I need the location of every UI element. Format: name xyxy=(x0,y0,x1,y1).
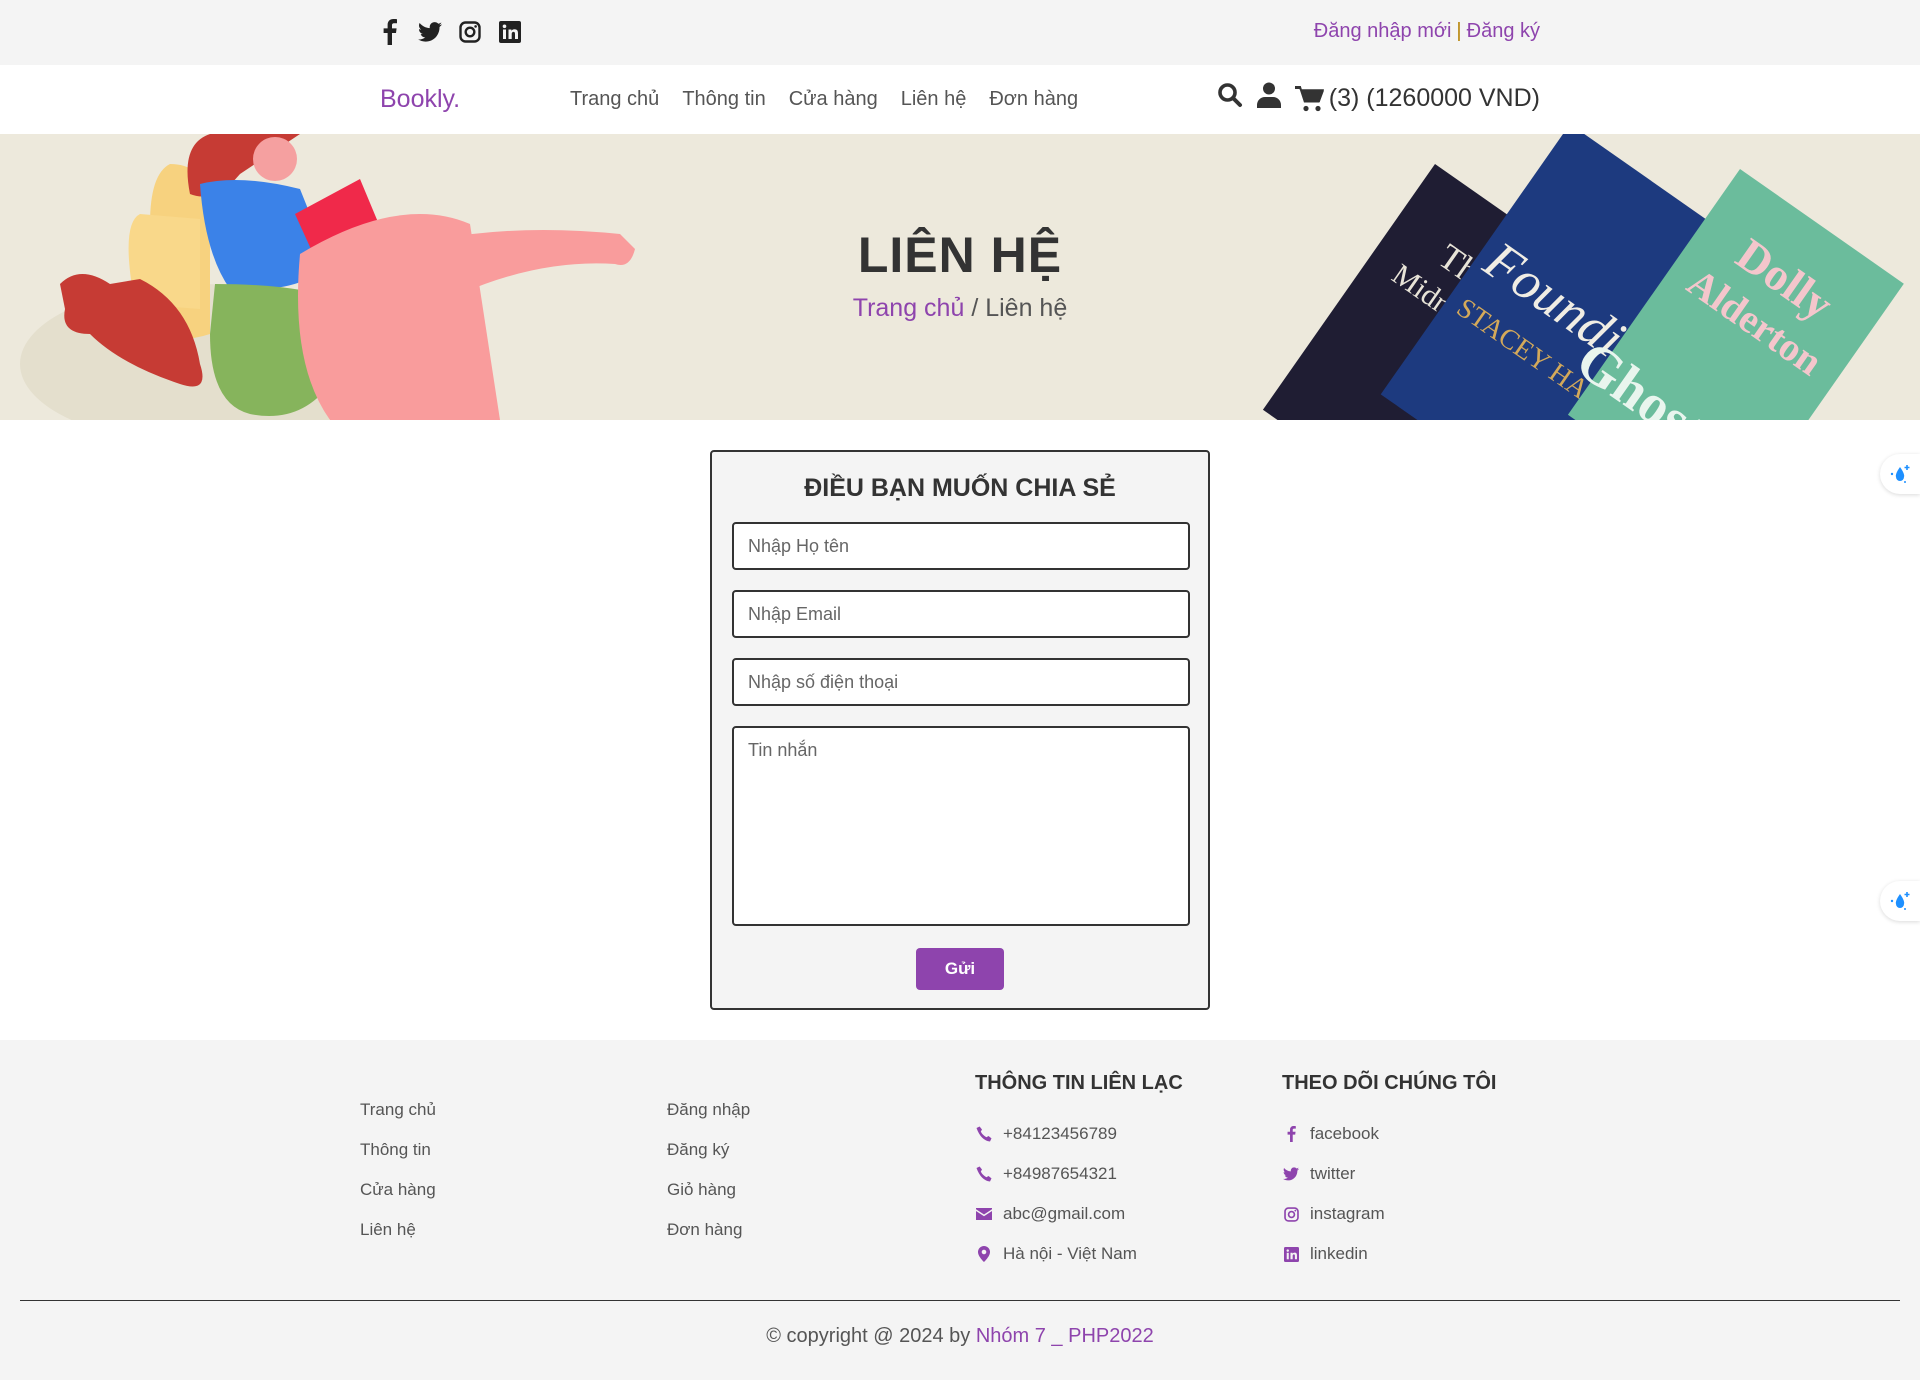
site-logo[interactable]: Bookly. xyxy=(380,85,460,114)
account-button[interactable] xyxy=(1256,82,1281,115)
main-navbar: Bookly. Trang chủ Thông tin Cửa hàng Liê… xyxy=(0,65,1920,134)
twitter-icon xyxy=(1283,1167,1299,1181)
site-footer: Trang chủ Thông tin Cửa hàng Liên hệ Đăn… xyxy=(0,1040,1920,1380)
footer-nav-links: Trang chủ Thông tin Cửa hàng Liên hệ xyxy=(360,1090,436,1250)
floating-helper-button[interactable] xyxy=(1880,454,1920,494)
copyright: © copyright @ 2024 by Nhóm 7 _ PHP2022 xyxy=(0,1325,1920,1348)
footer-follow-us: THEO DÕI CHÚNG TÔI facebook twitter inst… xyxy=(1282,1062,1496,1274)
cart-button[interactable]: (3) (1260000 VND) xyxy=(1294,84,1540,113)
follow-link-twitter[interactable]: twitter xyxy=(1310,1164,1355,1184)
instagram-link[interactable] xyxy=(458,18,482,46)
name-input[interactable] xyxy=(732,522,1190,570)
contact-text: abc@gmail.com xyxy=(1003,1204,1126,1223)
nav-orders[interactable]: Đơn hàng xyxy=(989,88,1078,111)
facebook-icon xyxy=(1287,1126,1296,1142)
breadcrumb-separator: / xyxy=(964,294,986,322)
register-link[interactable]: Đăng ký xyxy=(1467,20,1540,43)
follow-item[interactable]: facebook xyxy=(1282,1114,1496,1154)
breadcrumb-current: Liên hệ xyxy=(985,294,1068,322)
follow-heading: THEO DÕI CHÚNG TÔI xyxy=(1282,1071,1497,1094)
cart-summary: (3) (1260000 VND) xyxy=(1328,84,1540,112)
auth-links: Đăng nhập mới | Đăng ký xyxy=(1314,20,1540,43)
footer-link-contact[interactable]: Liên hệ xyxy=(360,1220,416,1240)
footer-link-register[interactable]: Đăng ký xyxy=(667,1140,729,1160)
social-links xyxy=(378,18,522,46)
nav-home[interactable]: Trang chủ xyxy=(570,88,659,111)
follow-link-facebook[interactable]: facebook xyxy=(1310,1124,1379,1144)
linkedin-link[interactable] xyxy=(498,18,522,46)
sparkle-drop-icon xyxy=(1890,465,1910,483)
breadcrumb-home[interactable]: Trang chủ xyxy=(853,294,965,322)
footer-link-orders[interactable]: Đơn hàng xyxy=(667,1220,742,1240)
contact-form: ĐIỀU BẠN MUỐN CHIA SẺ Gửi xyxy=(710,450,1210,1010)
facebook-link[interactable] xyxy=(378,18,402,46)
footer-link-shop[interactable]: Cửa hàng xyxy=(360,1180,436,1200)
footer-contact-info: THÔNG TIN LIÊN LẠC +84123456789 +8498765… xyxy=(975,1062,1183,1274)
auth-separator: | xyxy=(1456,20,1462,42)
follow-item[interactable]: twitter xyxy=(1282,1154,1496,1194)
message-textarea[interactable] xyxy=(732,726,1190,926)
phone-icon xyxy=(976,1126,992,1142)
footer-account-links: Đăng nhập Đăng ký Giỏ hàng Đơn hàng xyxy=(667,1090,750,1250)
contact-text: +84123456789 xyxy=(1003,1124,1117,1143)
footer-link-about[interactable]: Thông tin xyxy=(360,1140,431,1160)
search-button[interactable] xyxy=(1217,82,1243,115)
instagram-icon xyxy=(1283,1206,1299,1222)
footer-link-login[interactable]: Đăng nhập xyxy=(667,1100,750,1120)
contact-heading: THÔNG TIN LIÊN LẠC xyxy=(975,1071,1183,1094)
linkedin-icon xyxy=(499,21,521,43)
contact-text: Hà nội - Việt Nam xyxy=(1003,1244,1137,1263)
instagram-icon xyxy=(459,21,481,43)
top-bar: Đăng nhập mới | Đăng ký xyxy=(0,0,1920,65)
follow-item[interactable]: instagram xyxy=(1282,1194,1496,1234)
envelope-icon xyxy=(976,1208,992,1220)
user-icon xyxy=(1256,82,1281,108)
floating-helper-button-2[interactable] xyxy=(1880,881,1920,921)
map-pin-icon xyxy=(978,1246,990,1262)
contact-item: +84987654321 xyxy=(975,1154,1183,1194)
twitter-link[interactable] xyxy=(418,18,442,46)
nav-contact[interactable]: Liên hệ xyxy=(901,88,967,111)
linkedin-icon xyxy=(1283,1246,1299,1262)
sparkle-drop-icon xyxy=(1890,892,1910,910)
login-link[interactable]: Đăng nhập mới xyxy=(1314,20,1452,43)
contact-item: +84123456789 xyxy=(975,1114,1183,1154)
follow-link-linkedin[interactable]: linkedin xyxy=(1310,1244,1368,1264)
contact-text: +84987654321 xyxy=(1003,1164,1117,1183)
copyright-text: © copyright @ 2024 by xyxy=(766,1325,976,1347)
footer-link-home[interactable]: Trang chủ xyxy=(360,1100,436,1120)
search-icon xyxy=(1217,83,1242,107)
form-title: ĐIỀU BẠN MUỐN CHIA SẺ xyxy=(804,474,1116,502)
follow-link-instagram[interactable]: instagram xyxy=(1310,1204,1385,1224)
copyright-team-link[interactable]: Nhóm 7 _ PHP2022 xyxy=(976,1325,1154,1347)
nav-about[interactable]: Thông tin xyxy=(682,88,765,111)
phone-input[interactable] xyxy=(732,658,1190,706)
phone-icon xyxy=(976,1166,992,1182)
shopping-cart-icon xyxy=(1294,85,1324,111)
twitter-icon xyxy=(418,22,442,42)
facebook-icon xyxy=(383,19,397,45)
nav-actions: (3) (1260000 VND) xyxy=(1217,82,1540,115)
footer-link-cart[interactable]: Giỏ hàng xyxy=(667,1180,736,1200)
email-input[interactable] xyxy=(732,590,1190,638)
contact-item: abc@gmail.com xyxy=(975,1194,1183,1234)
page-banner: LIÊN HỆ Trang chủ / Liên hệ The Midnight… xyxy=(0,134,1920,420)
nav-links: Trang chủ Thông tin Cửa hàng Liên hệ Đơn… xyxy=(570,88,1078,111)
footer-divider xyxy=(20,1300,1900,1301)
nav-shop[interactable]: Cửa hàng xyxy=(789,88,878,111)
submit-button[interactable]: Gửi xyxy=(916,948,1004,990)
book-covers-illustration: The Midnight Founding STACEY HALLS Dolly… xyxy=(1262,134,1904,420)
follow-item[interactable]: linkedin xyxy=(1282,1234,1496,1274)
contact-item: Hà nội - Việt Nam xyxy=(975,1234,1183,1274)
